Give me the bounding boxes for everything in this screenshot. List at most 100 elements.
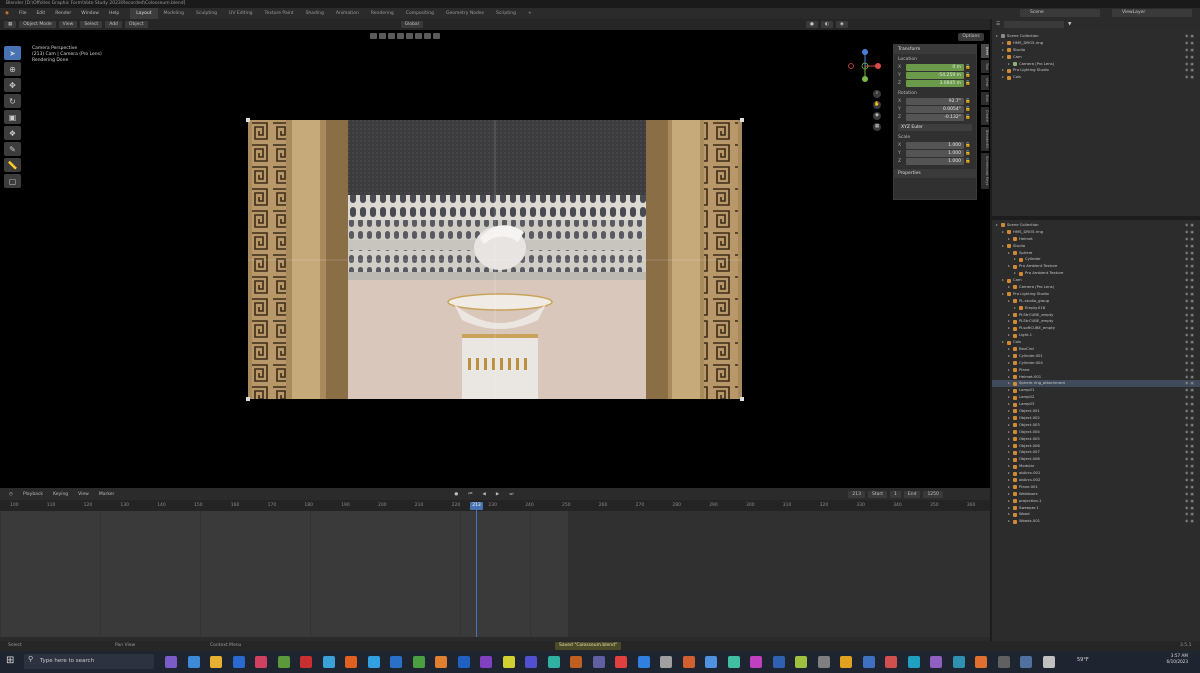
outliner-row[interactable]: ▸ Cylinder.004 ◉▣ bbox=[992, 360, 1200, 367]
visibility-eye-icon[interactable]: ◉▣ bbox=[1185, 449, 1196, 456]
outliner-row[interactable]: ▸ Cylinder ◉▣ bbox=[992, 256, 1200, 263]
outliner-row[interactable]: ▸ PL.studio_group ◉▣ bbox=[992, 298, 1200, 305]
end-frame-field[interactable]: 1250 bbox=[923, 490, 943, 498]
rotation-mode-dropdown[interactable]: XYZ Euler bbox=[898, 124, 972, 131]
visibility-eye-icon[interactable]: ◉▣ bbox=[1185, 318, 1196, 325]
outliner-row[interactable]: ▸ Sphere.ring_attachment ◉▣ bbox=[992, 380, 1200, 388]
outliner-row[interactable]: ▸ Camera (Pro Lens) ◉▣ bbox=[992, 61, 1200, 68]
outliner-row[interactable]: ▸ Sweeper.1 ◉▣ bbox=[992, 505, 1200, 512]
visibility-eye-icon[interactable]: ◉▣ bbox=[1185, 505, 1196, 512]
visibility-eye-icon[interactable]: ◉▣ bbox=[1185, 40, 1196, 47]
taskbar-app-icon[interactable] bbox=[660, 656, 672, 668]
outliner-row[interactable]: ▸ Plane ◉▣ bbox=[992, 367, 1200, 374]
taskbar-app-icon[interactable] bbox=[367, 656, 380, 668]
shading-material-icon[interactable]: ◐ bbox=[820, 21, 833, 28]
outliner-row[interactable]: ▸ Helmet.001 ◉▣ bbox=[992, 374, 1200, 381]
blender-logo-icon[interactable]: ◉ bbox=[0, 11, 14, 16]
outliner-row[interactable]: ▸ Cam ◉▣ bbox=[992, 277, 1200, 284]
sidebar-tab-tool[interactable]: Tool bbox=[981, 60, 989, 74]
outliner-row[interactable]: ▸ Cols ◉▣ bbox=[992, 74, 1200, 81]
visibility-eye-icon[interactable]: ◉▣ bbox=[1185, 360, 1196, 367]
camera-frame-handle[interactable] bbox=[740, 118, 744, 122]
overlay-toggle-icon[interactable] bbox=[379, 33, 386, 39]
rotation-y-field[interactable]: 0.0054° bbox=[906, 106, 964, 113]
visibility-eye-icon[interactable]: ◉▣ bbox=[1185, 339, 1196, 346]
menu-keying[interactable]: Keying bbox=[48, 492, 73, 497]
taskbar-app-icon[interactable] bbox=[975, 656, 987, 668]
visibility-eye-icon[interactable]: ◉▣ bbox=[1185, 380, 1196, 387]
tab-modeling[interactable]: Modeling bbox=[158, 8, 190, 19]
pan-hand-icon[interactable]: ✋ bbox=[873, 101, 881, 109]
visibility-eye-icon[interactable]: ◉▣ bbox=[1185, 346, 1196, 353]
visibility-eye-icon[interactable]: ◉▣ bbox=[1185, 263, 1196, 270]
visibility-eye-icon[interactable]: ◉▣ bbox=[1185, 408, 1196, 415]
visibility-eye-icon[interactable]: ◉▣ bbox=[1185, 443, 1196, 450]
outliner-row[interactable]: ▸ Helmet ◉▣ bbox=[992, 236, 1200, 243]
record-icon[interactable]: ● bbox=[449, 492, 463, 497]
taskbar-app-icon[interactable] bbox=[840, 656, 852, 668]
current-frame-field[interactable]: 213 bbox=[848, 490, 865, 498]
grid-icon[interactable]: ▦ bbox=[873, 123, 881, 131]
annotate-tool-icon[interactable]: ✎ bbox=[4, 142, 21, 156]
visibility-eye-icon[interactable]: ◉▣ bbox=[1185, 422, 1196, 429]
editor-type-icon[interactable]: ▦ bbox=[4, 21, 17, 28]
outliner-row[interactable]: ▸ Sphere ◉▣ bbox=[992, 250, 1200, 257]
visibility-eye-icon[interactable]: ◉▣ bbox=[1185, 374, 1196, 381]
taskbar-app-icon[interactable] bbox=[210, 656, 222, 668]
menu-add[interactable]: Add bbox=[105, 21, 122, 28]
taskbar-app-icon[interactable] bbox=[1020, 656, 1032, 668]
move-tool-icon[interactable]: ✥ bbox=[4, 78, 21, 92]
sidebar-tab-view[interactable]: View bbox=[981, 75, 989, 90]
outliner-row[interactable]: ▸ Pro Ambient Texture ◉▣ bbox=[992, 263, 1200, 270]
taskbar-clock[interactable]: 3:57 AM 6/10/2023 bbox=[1148, 653, 1188, 665]
outliner-row[interactable]: ▸ HMS_DRO5.ring ◉▣ bbox=[992, 229, 1200, 236]
outliner-row[interactable]: ▸ projection.1 ◉▣ bbox=[992, 498, 1200, 505]
taskbar-app-icon[interactable] bbox=[502, 656, 515, 668]
tab-texture-paint[interactable]: Texture Paint bbox=[259, 8, 300, 19]
tab-geometry-nodes[interactable]: Geometry Nodes bbox=[440, 8, 490, 19]
outliner-row[interactable]: ▸ PLStrCUBE_empty ◉▣ bbox=[992, 318, 1200, 325]
rotate-tool-icon[interactable]: ↻ bbox=[4, 94, 21, 108]
taskbar-app-icon[interactable] bbox=[480, 656, 492, 668]
visibility-eye-icon[interactable]: ◉▣ bbox=[1185, 250, 1196, 257]
play-icon[interactable]: ▶ bbox=[491, 492, 504, 497]
add-cube-tool-icon[interactable]: ▢ bbox=[4, 174, 21, 188]
visibility-eye-icon[interactable]: ◉▣ bbox=[1185, 498, 1196, 505]
select-box-icon[interactable] bbox=[424, 33, 431, 39]
outliner-row[interactable]: ▸ obArcs.002 ◉▣ bbox=[992, 477, 1200, 484]
scale-x-field[interactable]: 1.000 bbox=[906, 142, 964, 149]
visibility-eye-icon[interactable]: ◉▣ bbox=[1185, 291, 1196, 298]
view-toggle-icon[interactable] bbox=[415, 33, 422, 39]
outliner-row[interactable]: ▸ PLsoftCUBE_empty ◉▣ bbox=[992, 325, 1200, 332]
visibility-eye-icon[interactable]: ◉▣ bbox=[1185, 67, 1196, 74]
visibility-eye-icon[interactable]: ◉▣ bbox=[1185, 484, 1196, 491]
sidebar-tab-create[interactable]: Create bbox=[981, 106, 989, 125]
viewlayer-selector[interactable]: ViewLayer bbox=[1112, 9, 1192, 17]
taskbar-app-icon[interactable] bbox=[907, 656, 920, 668]
location-z-field[interactable]: 3.0845 m bbox=[906, 80, 964, 87]
outliner-row[interactable]: ▸ Studio ◉▣ bbox=[992, 243, 1200, 250]
outliner-row[interactable]: ▸ Woods.001 ◉▣ bbox=[992, 518, 1200, 525]
visibility-eye-icon[interactable]: ◉▣ bbox=[1185, 229, 1196, 236]
taskbar-app-icon[interactable] bbox=[300, 656, 312, 668]
visibility-eye-icon[interactable]: ◉▣ bbox=[1185, 401, 1196, 408]
visibility-eye-icon[interactable]: ◉▣ bbox=[1185, 236, 1196, 243]
outliner-row[interactable]: ▸ Modular ◉▣ bbox=[992, 463, 1200, 470]
outliner-row[interactable]: ▸ Pro Lighting Studio ◉▣ bbox=[992, 291, 1200, 298]
play-reverse-icon[interactable]: ◀ bbox=[477, 492, 490, 497]
outliner-row[interactable]: ▸ Lamp02 ◉▣ bbox=[992, 394, 1200, 401]
outliner-row[interactable]: ▸ Object.008 ◉▣ bbox=[992, 456, 1200, 463]
outliner-row[interactable]: ▸ Cylinder.001 ◉▣ bbox=[992, 353, 1200, 360]
visibility-eye-icon[interactable]: ◉▣ bbox=[1185, 243, 1196, 250]
taskbar-app-icon[interactable] bbox=[592, 656, 605, 668]
outliner-row[interactable]: ▸ Walldoors ◉▣ bbox=[992, 491, 1200, 498]
menu-select[interactable]: Select bbox=[80, 21, 103, 28]
start-frame-field[interactable]: 1 bbox=[890, 490, 901, 498]
taskbar-app-icon[interactable] bbox=[525, 656, 537, 668]
proportional-edit-icon[interactable] bbox=[406, 33, 413, 39]
visibility-eye-icon[interactable]: ◉▣ bbox=[1185, 305, 1196, 312]
lock-icon[interactable]: 🔓 bbox=[964, 73, 972, 78]
outliner-row[interactable]: ▸ Lamp03 ◉▣ bbox=[992, 401, 1200, 408]
taskbar-search-input[interactable]: Type here to search bbox=[24, 654, 154, 669]
scene-selector[interactable]: Scene bbox=[1020, 9, 1100, 17]
